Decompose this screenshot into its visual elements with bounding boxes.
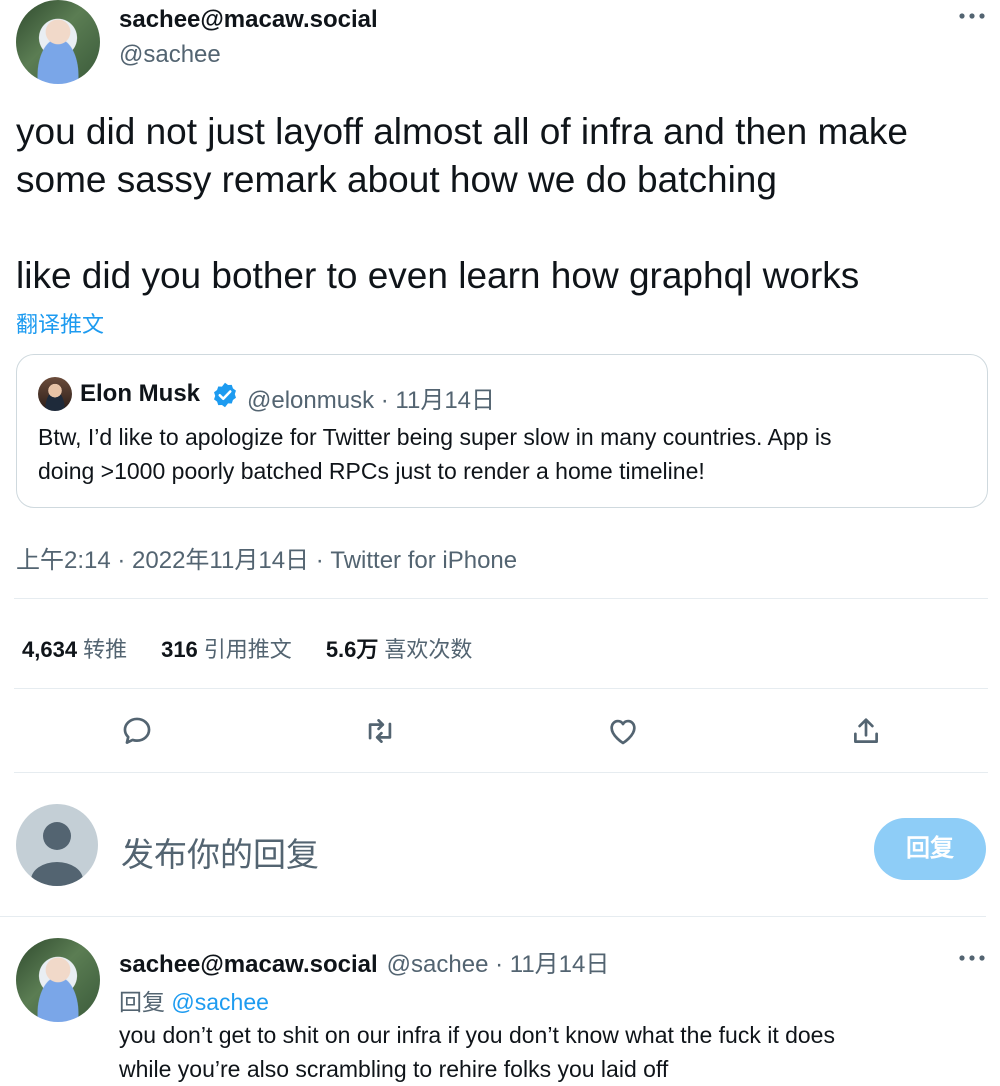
reply-submit-button[interactable]: 回复 <box>874 818 986 880</box>
replying-to: 回复 @sachee <box>119 983 269 1017</box>
author-avatar[interactable] <box>16 0 100 84</box>
reply-author-avatar[interactable] <box>16 938 100 1022</box>
quoted-author-name[interactable]: Elon Musk <box>80 380 200 408</box>
like-count[interactable]: 5.6万 喜欢次数 <box>326 632 473 664</box>
more-options-icon[interactable] <box>958 4 986 28</box>
retweet-count[interactable]: 4,634 转推 <box>22 632 127 664</box>
translate-link[interactable]: 翻译推文 <box>16 307 104 339</box>
stats-row: 4,634 转推 316 引用推文 5.6万 喜欢次数 <box>22 632 472 664</box>
reply-text: you don’t get to shit on our infra if yo… <box>119 1018 989 1086</box>
author-handle[interactable]: @sachee <box>119 41 221 69</box>
default-avatar-icon <box>16 804 98 886</box>
reply-author-handle[interactable]: @sachee · 11月14日 <box>387 944 610 979</box>
reply-text-line: you don’t get to shit on our infra if yo… <box>119 1022 835 1048</box>
divider <box>14 688 988 689</box>
reply-author-name[interactable]: sachee@macaw.social <box>119 951 378 979</box>
reply-more-options-icon[interactable] <box>958 946 986 970</box>
quoted-text-line: Btw, I’d like to apologize for Twitter b… <box>38 424 832 450</box>
like-icon[interactable] <box>605 714 641 748</box>
tweet-text-line: you did not just layoff almost all of in… <box>16 111 908 152</box>
share-icon[interactable] <box>849 714 883 748</box>
retweet-icon[interactable] <box>362 714 398 748</box>
quoted-text-line: doing >1000 poorly batched RPCs just to … <box>38 458 705 484</box>
quote-count[interactable]: 316 引用推文 <box>161 632 292 664</box>
quoted-author-handle[interactable]: @elonmusk · 11月14日 <box>247 380 495 415</box>
verified-badge-icon <box>211 381 239 409</box>
author-name[interactable]: sachee@macaw.social <box>119 6 378 34</box>
tweet-text: you did not just layoff almost all of in… <box>16 108 996 204</box>
reply-icon[interactable] <box>120 714 154 748</box>
tweet-timestamp[interactable]: 上午2:14 · 2022年11月14日 · Twitter for iPhon… <box>16 540 517 575</box>
reply-compose-input[interactable]: 发布你的回复 <box>121 828 821 876</box>
quoted-author-avatar[interactable] <box>38 377 72 411</box>
divider <box>0 916 986 917</box>
divider <box>14 772 988 773</box>
reply-header: sachee@macaw.social @sachee · 11月14日 <box>119 944 609 979</box>
replying-to-label: 回复 <box>119 989 165 1015</box>
divider <box>14 598 988 599</box>
tweet-text-line: like did you bother to even learn how gr… <box>16 255 860 296</box>
quoted-tweet-text: Btw, I’d like to apologize for Twitter b… <box>38 420 978 488</box>
replying-to-handle[interactable]: @sachee <box>171 989 269 1015</box>
reply-text-line: while you’re also scrambling to rehire f… <box>119 1056 669 1082</box>
tweet-text-line: some sassy remark about how we do batchi… <box>16 159 777 200</box>
